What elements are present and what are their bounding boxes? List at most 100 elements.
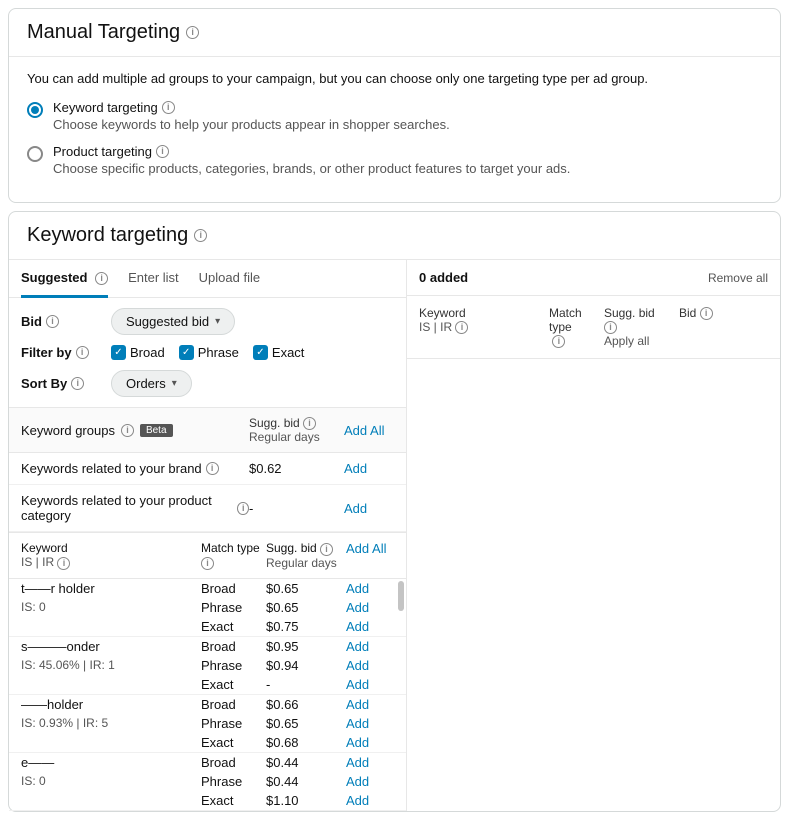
added-count: 0 added <box>419 270 468 285</box>
match-type-value: Broad <box>201 639 266 654</box>
rc-apply-all[interactable]: Apply all <box>604 334 667 348</box>
keyword-line: t——r holderBroad$0.65Add <box>9 579 406 598</box>
add-keyword-link[interactable]: Add <box>346 774 369 789</box>
bid-value: $0.68 <box>266 735 346 750</box>
keyword-meta: IS: 0 <box>21 774 201 788</box>
add-keyword-link[interactable]: Add <box>346 581 369 596</box>
keyword-table-head: Keyword IS | IR i Match type i Sugg. bid… <box>9 532 406 578</box>
match-type-value: Broad <box>201 755 266 770</box>
filter-label-text: Filter by <box>21 345 72 360</box>
info-icon[interactable]: i <box>121 424 134 437</box>
keyword-name: ——holder <box>21 697 201 712</box>
radio-unchecked-icon[interactable] <box>27 146 43 162</box>
match-type-value: Exact <box>201 677 266 692</box>
tab-suggested[interactable]: Suggested i <box>21 260 108 298</box>
keyword-targeting-card: Keyword targeting i Suggested i Enter li… <box>8 211 781 812</box>
info-icon[interactable]: i <box>455 321 468 334</box>
right-columns: Keyword IS | IR i Match type i Sugg. bid… <box>407 296 780 359</box>
bid-value: $0.65 <box>266 716 346 731</box>
add-all-groups-link[interactable]: Add All <box>344 423 384 438</box>
product-targeting-text: Product targeting i Choose specific prod… <box>53 144 570 176</box>
tabs: Suggested i Enter list Upload file <box>9 260 406 298</box>
keyword-block: ——holderBroad$0.66AddIS: 0.93% | IR: 5Ph… <box>9 695 406 753</box>
keyword-meta: IS: 0.93% | IR: 5 <box>21 716 201 730</box>
info-icon[interactable]: i <box>76 346 89 359</box>
keyword-targeting-option[interactable]: Keyword targeting i Choose keywords to h… <box>27 100 762 132</box>
add-keyword-link[interactable]: Add <box>346 735 369 750</box>
add-keyword-link[interactable]: Add <box>346 793 369 808</box>
keyword-name: t——r holder <box>21 581 201 596</box>
info-icon[interactable]: i <box>71 377 84 390</box>
keyword-line: e——Broad$0.44Add <box>9 753 406 772</box>
regular-days-label: Regular days <box>249 430 344 444</box>
add-keyword-link[interactable]: Add <box>346 658 369 673</box>
chevron-down-icon: ▾ <box>215 316 220 327</box>
checkbox-exact[interactable]: ✓Exact <box>253 345 305 360</box>
sort-label: Sort By i <box>21 376 111 391</box>
info-icon[interactable]: i <box>700 307 713 320</box>
info-icon[interactable]: i <box>57 557 70 570</box>
sort-dropdown[interactable]: Orders ▾ <box>111 370 192 397</box>
checkbox-checked-icon: ✓ <box>179 345 194 360</box>
checkbox-broad[interactable]: ✓Broad <box>111 345 165 360</box>
tab-enter-list[interactable]: Enter list <box>128 260 179 297</box>
info-icon[interactable]: i <box>162 101 175 114</box>
info-icon[interactable]: i <box>237 502 249 515</box>
keyword-block: s———onderBroad$0.95AddIS: 45.06% | IR: 1… <box>9 637 406 695</box>
scrollbar-thumb[interactable] <box>398 581 404 611</box>
info-icon[interactable]: i <box>156 145 169 158</box>
bid-value: $0.66 <box>266 697 346 712</box>
bid-value: $1.10 <box>266 793 346 808</box>
info-icon[interactable]: i <box>201 557 214 570</box>
keyword-name: s———onder <box>21 639 201 654</box>
remove-all-link[interactable]: Remove all <box>708 271 768 285</box>
add-keyword-link[interactable]: Add <box>346 619 369 634</box>
keyword-groups-label: Keyword groups <box>21 423 115 438</box>
info-icon[interactable]: i <box>46 315 59 328</box>
product-targeting-option[interactable]: Product targeting i Choose specific prod… <box>27 144 762 176</box>
radio-checked-icon[interactable] <box>27 102 43 118</box>
info-icon[interactable]: i <box>95 272 108 285</box>
phrase-label: Phrase <box>198 345 239 360</box>
bid-dropdown[interactable]: Suggested bid ▾ <box>111 308 235 335</box>
keyword-name: e—— <box>21 755 201 770</box>
keyword-block: t——r holderBroad$0.65AddIS: 0Phrase$0.65… <box>9 579 406 637</box>
keyword-line: Exact$1.10Add <box>9 791 406 810</box>
add-keyword-link[interactable]: Add <box>346 677 369 692</box>
add-keyword-link[interactable]: Add <box>346 697 369 712</box>
keyword-groups-list: Keywords related to your brand i$0.62Add… <box>9 453 406 532</box>
add-keyword-link[interactable]: Add <box>346 639 369 654</box>
keyword-table-body: t——r holderBroad$0.65AddIS: 0Phrase$0.65… <box>9 579 406 811</box>
add-all-keywords-link[interactable]: Add All <box>346 541 386 556</box>
right-panel: 0 added Remove all Keyword IS | IR i Mat… <box>407 260 780 811</box>
info-icon[interactable]: i <box>320 543 333 556</box>
keyword-block: e——Broad$0.44AddIS: 0Phrase$0.44AddExact… <box>9 753 406 811</box>
add-group-link[interactable]: Add <box>344 461 367 476</box>
keyword-targeting-text: Keyword targeting i Choose keywords to h… <box>53 100 450 132</box>
broad-label: Broad <box>130 345 165 360</box>
tab-upload-file[interactable]: Upload file <box>199 260 260 297</box>
add-keyword-link[interactable]: Add <box>346 755 369 770</box>
added-header: 0 added Remove all <box>407 260 780 296</box>
add-group-link[interactable]: Add <box>344 501 367 516</box>
manual-targeting-desc: You can add multiple ad groups to your c… <box>27 71 762 86</box>
manual-targeting-body: You can add multiple ad groups to your c… <box>9 57 780 202</box>
info-icon[interactable]: i <box>604 321 617 334</box>
exact-label: Exact <box>272 345 305 360</box>
keyword-groups-header: Keyword groups i Beta Sugg. bid i Regula… <box>9 407 406 453</box>
keyword-group-row: Keywords related to your product categor… <box>9 485 406 532</box>
bid-value: $0.44 <box>266 755 346 770</box>
group-name: Keywords related to your brand <box>21 461 202 476</box>
keyword-meta: IS: 0 <box>21 600 201 614</box>
info-icon[interactable]: i <box>206 462 219 475</box>
match-type-value: Broad <box>201 697 266 712</box>
add-keyword-link[interactable]: Add <box>346 600 369 615</box>
info-icon[interactable]: i <box>194 229 207 242</box>
checkbox-phrase[interactable]: ✓ Phrase <box>179 345 239 360</box>
info-icon[interactable]: i <box>303 417 316 430</box>
add-keyword-link[interactable]: Add <box>346 716 369 731</box>
bid-label: Bid i <box>21 314 111 329</box>
info-icon[interactable]: i <box>552 335 565 348</box>
info-icon[interactable]: i <box>186 26 199 39</box>
keyword-line: IS: 0.93% | IR: 5Phrase$0.65Add <box>9 714 406 733</box>
